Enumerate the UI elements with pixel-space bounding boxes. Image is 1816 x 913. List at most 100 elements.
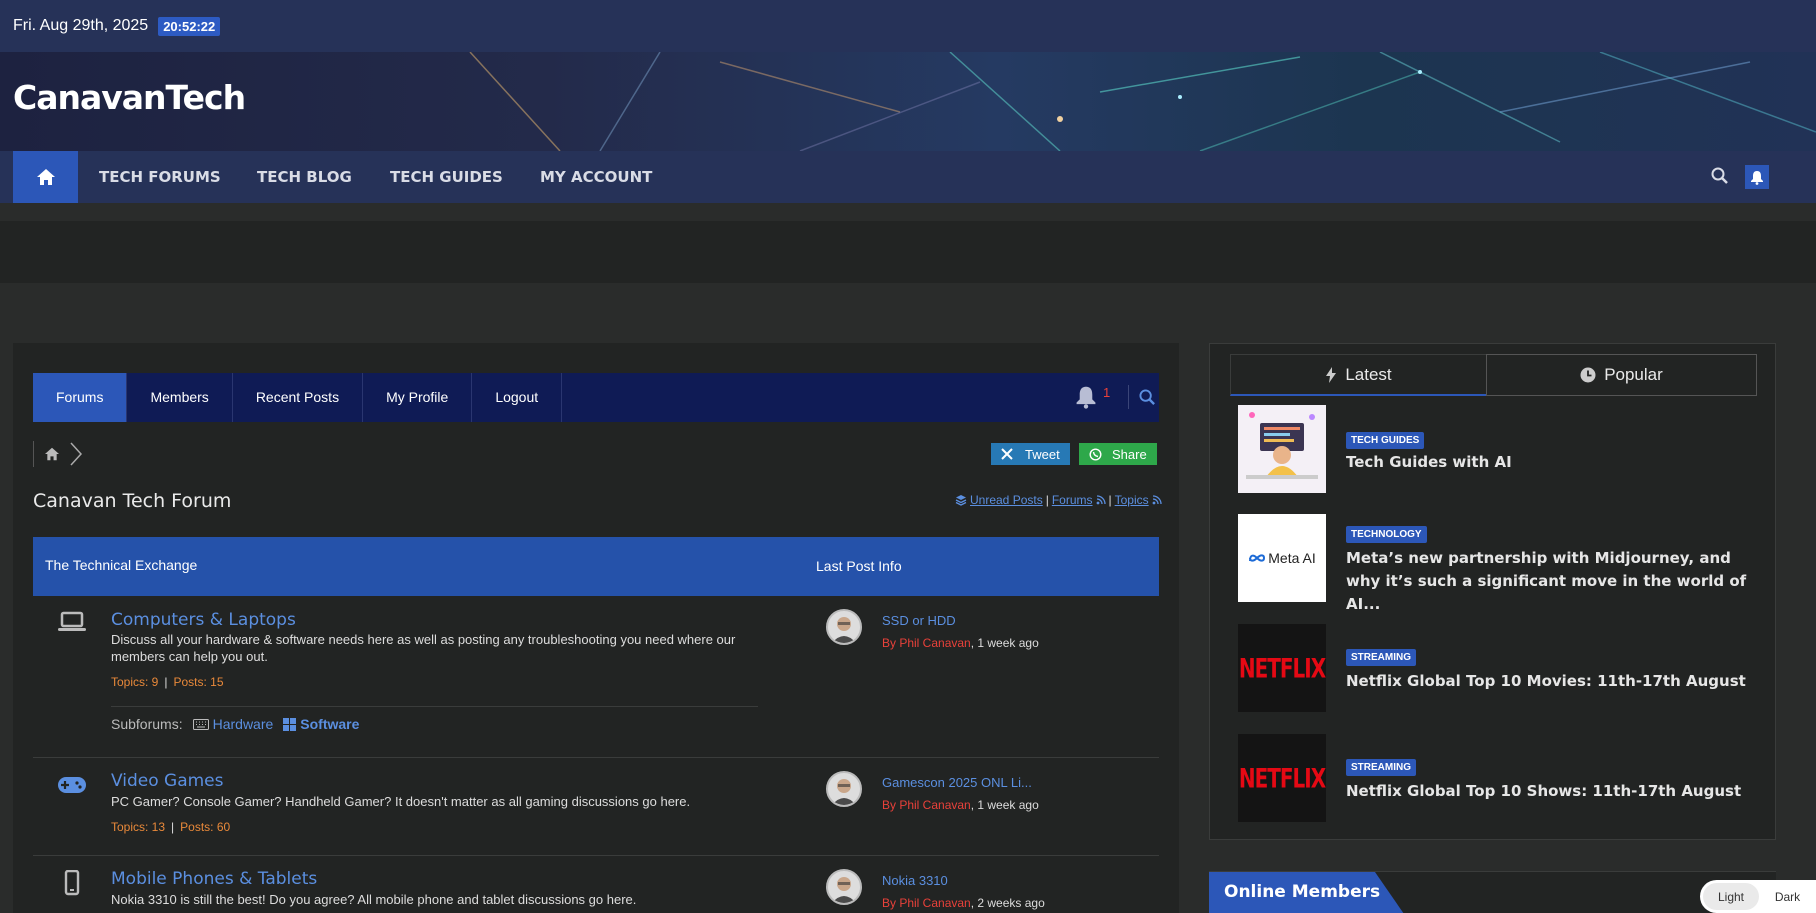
forum-description: Discuss all your hardware & software nee… [111, 632, 736, 664]
subforums-label: Subforums: [111, 716, 183, 732]
forum-notifications[interactable]: 1 [1075, 385, 1110, 409]
forum-title[interactable]: Computers & Laptops [111, 610, 296, 630]
category-badge[interactable]: TECH GUIDES [1346, 432, 1425, 449]
forum-row-video-games: Video Games PC Gamer? Console Gamer? Han… [33, 758, 1159, 856]
avatar[interactable] [826, 771, 862, 807]
last-post-meta: By Phil Canavan, 1 week ago [882, 636, 1039, 650]
tab-popular[interactable]: Popular [1486, 354, 1757, 396]
post-count: Posts: 15 [173, 675, 224, 689]
layers-icon [955, 495, 967, 506]
last-post-header: Last Post Info [816, 558, 902, 574]
windows-icon [283, 717, 297, 731]
news-thumbnail: Meta AI [1238, 514, 1326, 602]
last-post-title[interactable]: Gamescon 2025 ONL Li... [882, 775, 1032, 790]
laptop-icon [58, 611, 86, 631]
forums-rss-link[interactable]: Forums [1052, 493, 1093, 507]
category-badge[interactable]: STREAMING [1346, 649, 1416, 666]
home-icon [36, 169, 55, 185]
last-post-user[interactable]: By Phil Canavan [882, 896, 971, 910]
search-icon[interactable] [1711, 167, 1731, 187]
breadcrumb [33, 441, 84, 467]
tab-members[interactable]: Members [127, 373, 233, 422]
subforums: Subforums: Hardware Software [111, 716, 359, 732]
avatar[interactable] [826, 869, 862, 905]
tab-recent-posts[interactable]: Recent Posts [233, 373, 364, 422]
topic-count: Topics: 9 [111, 675, 159, 689]
last-post-user[interactable]: By Phil Canavan [882, 798, 971, 812]
forum-panel: Forums Members Recent Posts My Profile L… [13, 343, 1179, 913]
category-badge[interactable]: STREAMING [1346, 759, 1416, 776]
keyboard-icon [192, 718, 209, 730]
tab-latest[interactable]: Latest [1230, 354, 1486, 396]
nav-tech-guides[interactable]: TECH GUIDES [390, 151, 503, 203]
forum-search-icon[interactable] [1139, 389, 1156, 411]
x-icon [1001, 448, 1013, 460]
theme-toggle[interactable]: Light Dark [1700, 880, 1816, 913]
dark-mode-button[interactable]: Dark [1759, 890, 1816, 904]
avatar[interactable] [826, 609, 862, 645]
sidebar-posts-widget: Latest Popular TECH GUIDES Tech Guides w… [1209, 343, 1776, 840]
home-button[interactable] [13, 151, 78, 203]
site-logo[interactable]: CanavanTech [13, 78, 246, 117]
section-title: The Technical Exchange [45, 557, 198, 573]
forum-tabs: Forums Members Recent Posts My Profile L… [33, 373, 1159, 422]
widget-title: Online Members [1209, 872, 1404, 913]
forum-links: Unread Posts | Forums | Topics [955, 493, 1162, 507]
notification-count: 1 [1103, 385, 1111, 400]
ad-strip [0, 221, 1816, 283]
news-item[interactable]: NETFLIX STREAMING Netflix Global Top 10 … [1238, 734, 1758, 822]
news-item[interactable]: TECH GUIDES Tech Guides with AI [1238, 405, 1758, 493]
whatsapp-icon [1089, 447, 1102, 461]
news-title[interactable]: Netflix Global Top 10 Movies: 11th-17th … [1346, 670, 1758, 693]
tab-forums[interactable]: Forums [33, 373, 128, 422]
rss-icon [1096, 495, 1106, 505]
tab-logout[interactable]: Logout [472, 373, 563, 422]
forum-title[interactable]: Mobile Phones & Tablets [111, 869, 317, 889]
tweet-button[interactable]: Tweet [991, 443, 1070, 465]
forum-title[interactable]: Video Games [111, 771, 224, 791]
news-item[interactable]: NETFLIX STREAMING Netflix Global Top 10 … [1238, 624, 1758, 712]
forum-description: PC Gamer? Console Gamer? Handheld Gamer?… [111, 794, 691, 809]
page-title: Canavan Tech Forum [33, 490, 232, 512]
lightning-icon [1326, 366, 1337, 383]
home-icon[interactable] [44, 447, 60, 461]
nav-tech-forums[interactable]: TECH FORUMS [99, 151, 221, 203]
separator: | [1108, 493, 1112, 507]
light-mode-button[interactable]: Light [1703, 883, 1759, 910]
current-date: Fri. Aug 29th, 2025 [13, 17, 149, 34]
notification-bell-button[interactable] [1745, 165, 1769, 189]
bell-icon [1076, 386, 1096, 409]
rss-icon [1152, 495, 1162, 505]
topics-rss-link[interactable]: Topics [1115, 493, 1149, 507]
tweet-label: Tweet [1025, 446, 1060, 462]
last-post-title[interactable]: SSD or HDD [882, 613, 956, 628]
news-title[interactable]: Tech Guides with AI [1346, 451, 1758, 474]
meta-logo-icon [1249, 554, 1266, 562]
last-post-title[interactable]: Nokia 3310 [882, 873, 948, 888]
subforum-software[interactable]: Software [283, 716, 359, 732]
news-thumbnail [1238, 405, 1326, 493]
news-thumbnail: NETFLIX [1238, 624, 1326, 712]
last-post-user[interactable]: By Phil Canavan [882, 636, 971, 650]
news-title[interactable]: Netflix Global Top 10 Shows: 11th-17th A… [1346, 780, 1758, 803]
category-badge[interactable]: TECHNOLOGY [1346, 526, 1427, 543]
nav-my-account[interactable]: MY ACCOUNT [540, 151, 652, 203]
last-post-meta: By Phil Canavan, 2 weeks ago [882, 896, 1045, 910]
gamepad-icon [58, 777, 86, 793]
unread-posts-link[interactable]: Unread Posts [970, 493, 1043, 507]
clock-icon [1580, 367, 1596, 383]
news-item[interactable]: Meta AI TECHNOLOGY Meta’s new partnershi… [1238, 514, 1758, 613]
subforum-hardware[interactable]: Hardware [192, 716, 273, 732]
nav-tech-blog[interactable]: TECH BLOG [257, 151, 352, 203]
divider [1128, 385, 1129, 409]
top-bar: Fri. Aug 29th, 2025 20:52:22 [0, 0, 1816, 52]
topic-count: Topics: 13 [111, 820, 166, 834]
tab-my-profile[interactable]: My Profile [363, 373, 473, 422]
forum-stats: Topics: 9 | Posts: 15 [111, 675, 224, 689]
mobile-phone-icon [64, 870, 80, 896]
header-banner: CanavanTech [0, 52, 1816, 151]
news-title[interactable]: Meta’s new partnership with Midjourney, … [1346, 547, 1758, 616]
share-button[interactable]: Share [1079, 443, 1157, 465]
forum-stats: Topics: 13 | Posts: 60 [111, 820, 231, 834]
chevron-right-icon [70, 442, 83, 466]
